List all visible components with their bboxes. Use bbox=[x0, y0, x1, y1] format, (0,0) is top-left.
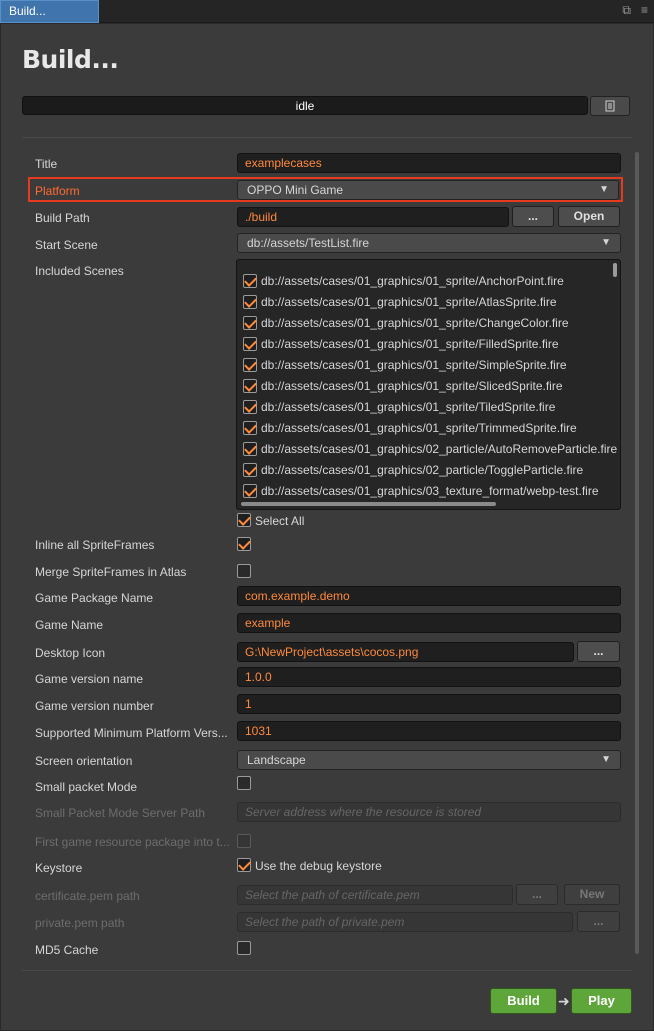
desktop-icon-browse-button[interactable]: ... bbox=[577, 641, 620, 662]
build-button[interactable]: Build bbox=[490, 988, 557, 1014]
select-all-label: Select All bbox=[255, 514, 305, 528]
build-progress-bar: idle bbox=[22, 96, 588, 115]
progress-status: idle bbox=[295, 99, 315, 113]
chevron-down-icon: ▼ bbox=[601, 754, 611, 765]
play-button[interactable]: Play bbox=[571, 988, 632, 1014]
game-name-input[interactable]: example bbox=[237, 613, 621, 633]
title-input[interactable]: examplecases bbox=[237, 153, 621, 173]
inline-spriteframes-checkbox[interactable] bbox=[237, 537, 251, 551]
scene-checkbox[interactable] bbox=[243, 378, 257, 393]
desktop-icon-input[interactable]: G:\NewProject\assets\cocos.png bbox=[237, 642, 574, 662]
desktop-icon-label: Desktop Icon bbox=[35, 646, 106, 660]
version-name-input[interactable]: 1.0.0 bbox=[237, 667, 621, 687]
game-name-label: Game Name bbox=[35, 618, 104, 632]
build-path-browse-button[interactable]: ... bbox=[512, 206, 554, 227]
scene-checkbox[interactable] bbox=[243, 441, 257, 456]
private-pem-label: private.pem path bbox=[35, 916, 125, 930]
log-file-icon bbox=[605, 100, 615, 112]
menu-icon[interactable]: ≡ bbox=[641, 3, 648, 18]
scene-checkbox[interactable] bbox=[243, 273, 257, 288]
build-path-open-button[interactable]: Open bbox=[558, 206, 620, 227]
list-item[interactable]: db://assets/cases/01_graphics/01_sprite/… bbox=[243, 354, 567, 375]
list-item[interactable]: db://assets/cases/01_graphics/01_sprite/… bbox=[243, 375, 563, 396]
package-name-input[interactable]: com.example.demo bbox=[237, 586, 621, 606]
small-packet-server-input[interactable]: Server address where the resource is sto… bbox=[237, 802, 621, 822]
scenes-vertical-scrollbar[interactable] bbox=[613, 263, 617, 277]
tab-build[interactable]: Build... bbox=[0, 0, 99, 23]
scene-checkbox[interactable] bbox=[243, 420, 257, 435]
private-pem-input[interactable]: Select the path of private.pem bbox=[237, 912, 573, 932]
min-platform-label: Supported Minimum Platform Vers... bbox=[35, 726, 228, 740]
chevron-down-icon: ▼ bbox=[601, 237, 611, 248]
first-package-checkbox[interactable] bbox=[237, 834, 251, 848]
certificate-input[interactable]: Select the path of certificate.pem bbox=[237, 885, 513, 905]
popout-icon[interactable]: ⧉ bbox=[622, 3, 631, 18]
tab-bar: Build... ⧉ ≡ bbox=[0, 0, 654, 23]
tab-tools: ⧉ ≡ bbox=[622, 3, 648, 18]
inline-spriteframes-label: Inline all SpriteFrames bbox=[35, 538, 155, 552]
scene-checkbox[interactable] bbox=[243, 315, 257, 330]
footer-divider bbox=[22, 970, 632, 971]
open-log-button[interactable] bbox=[590, 96, 630, 116]
page-title: Build... bbox=[22, 45, 119, 74]
select-all-checkbox[interactable] bbox=[237, 513, 251, 527]
list-item[interactable]: db://assets/cases/01_graphics/01_sprite/… bbox=[243, 291, 557, 312]
scenes-horizontal-scrollbar[interactable] bbox=[241, 502, 496, 506]
md5-cache-checkbox[interactable] bbox=[237, 941, 251, 955]
merge-spriteframes-checkbox[interactable] bbox=[237, 564, 251, 578]
build-panel bbox=[0, 23, 654, 1031]
scene-checkbox[interactable] bbox=[243, 357, 257, 372]
title-label: Title bbox=[35, 157, 58, 171]
keystore-label: Keystore bbox=[35, 861, 83, 875]
certificate-new-button[interactable]: New bbox=[564, 884, 620, 905]
list-item[interactable]: db://assets/cases/01_graphics/01_sprite/… bbox=[243, 312, 569, 333]
included-scenes-label: Included Scenes bbox=[35, 264, 124, 278]
build-path-input[interactable]: ./build bbox=[237, 207, 509, 227]
merge-spriteframes-label: Merge SpriteFrames in Atlas bbox=[35, 565, 187, 579]
first-package-label: First game resource package into t... bbox=[35, 835, 230, 849]
form-scrollbar[interactable] bbox=[635, 152, 639, 954]
build-path-label: Build Path bbox=[35, 211, 90, 225]
start-scene-value: db://assets/TestList.fire bbox=[247, 236, 370, 250]
version-name-label: Game version name bbox=[35, 672, 144, 686]
small-packet-checkbox[interactable] bbox=[237, 776, 251, 790]
small-packet-server-label: Small Packet Mode Server Path bbox=[35, 806, 206, 820]
divider bbox=[22, 137, 632, 138]
package-name-label: Game Package Name bbox=[35, 591, 154, 605]
min-platform-input[interactable]: 1031 bbox=[237, 721, 621, 741]
version-number-label: Game version number bbox=[35, 699, 154, 713]
md5-cache-label: MD5 Cache bbox=[35, 943, 99, 957]
certificate-browse-button[interactable]: ... bbox=[516, 884, 558, 905]
list-item[interactable]: db://assets/cases/01_graphics/01_sprite/… bbox=[243, 417, 577, 438]
scene-checkbox[interactable] bbox=[243, 336, 257, 351]
platform-value: OPPO Mini Game bbox=[247, 183, 344, 197]
scene-checkbox[interactable] bbox=[243, 483, 257, 498]
certificate-label: certificate.pem path bbox=[35, 889, 140, 903]
list-item[interactable]: db://assets/cases/01_graphics/02_particl… bbox=[243, 438, 617, 459]
platform-label: Platform bbox=[35, 184, 80, 198]
list-item[interactable]: db://assets/cases/01_graphics/02_particl… bbox=[243, 459, 583, 480]
start-scene-label: Start Scene bbox=[35, 238, 98, 252]
list-item[interactable]: db://assets/cases/01_graphics/01_sprite/… bbox=[243, 396, 555, 417]
private-pem-browse-button[interactable]: ... bbox=[577, 911, 620, 932]
orientation-value: Landscape bbox=[247, 753, 306, 767]
version-number-input[interactable]: 1 bbox=[237, 694, 621, 714]
scene-checkbox[interactable] bbox=[243, 462, 257, 477]
keystore-checkbox[interactable] bbox=[237, 858, 251, 872]
chevron-down-icon: ▼ bbox=[599, 184, 609, 195]
included-scenes-list[interactable]: db://assets/cases/01_graphics/01_sprite/… bbox=[236, 259, 621, 510]
debug-keystore-label: Use the debug keystore bbox=[255, 859, 382, 873]
small-packet-label: Small packet Mode bbox=[35, 780, 138, 794]
start-scene-select[interactable]: db://assets/TestList.fire ▼ bbox=[237, 233, 621, 253]
arrow-right-icon: ➜ bbox=[558, 993, 570, 1009]
scene-checkbox[interactable] bbox=[243, 399, 257, 414]
platform-select[interactable]: OPPO Mini Game ▼ bbox=[237, 180, 619, 200]
scene-checkbox[interactable] bbox=[243, 294, 257, 309]
list-item[interactable]: db://assets/cases/01_graphics/03_texture… bbox=[243, 480, 599, 501]
list-item[interactable]: db://assets/cases/01_graphics/01_sprite/… bbox=[243, 270, 564, 291]
list-item[interactable]: db://assets/cases/01_graphics/01_sprite/… bbox=[243, 333, 559, 354]
orientation-label: Screen orientation bbox=[35, 754, 133, 768]
orientation-select[interactable]: Landscape ▼ bbox=[237, 750, 621, 770]
